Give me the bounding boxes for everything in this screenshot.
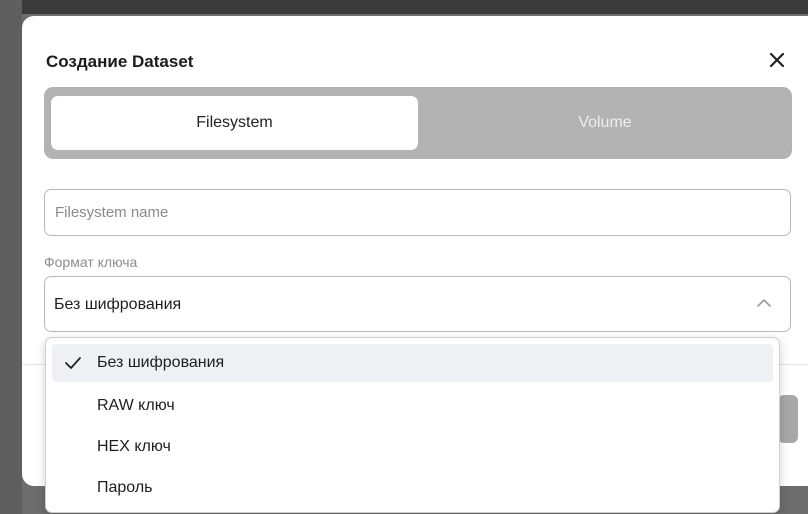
backdrop-top: [0, 0, 808, 14]
close-icon: [769, 52, 785, 68]
filesystem-name-input[interactable]: [44, 189, 791, 236]
option-hex-key[interactable]: HEX ключ: [52, 428, 773, 466]
check-icon: [64, 355, 82, 371]
key-format-label: Формат ключа: [44, 254, 138, 270]
option-label: Пароль: [97, 479, 153, 496]
option-raw-key[interactable]: RAW ключ: [52, 387, 773, 425]
submit-button[interactable]: [778, 395, 798, 443]
tab-volume[interactable]: Volume: [426, 96, 784, 150]
option-password[interactable]: Пароль: [52, 469, 773, 507]
key-format-selected-value: Без шифрования: [54, 296, 182, 313]
option-label: RAW ключ: [97, 397, 175, 414]
option-label: HEX ключ: [97, 438, 171, 455]
backdrop[interactable]: [0, 0, 22, 514]
close-button[interactable]: [764, 47, 790, 73]
key-format-select[interactable]: Без шифрования: [44, 276, 791, 332]
key-format-dropdown: Без шифрования RAW ключ HEX ключ Пароль: [45, 337, 780, 513]
chevron-up-icon: [756, 297, 772, 309]
option-label: Без шифрования: [97, 354, 225, 371]
modal-title: Создание Dataset: [46, 52, 194, 71]
dataset-type-switch: Filesystem Volume: [44, 87, 792, 159]
option-no-encryption[interactable]: Без шифрования: [52, 344, 773, 382]
tab-filesystem[interactable]: Filesystem: [51, 96, 418, 150]
